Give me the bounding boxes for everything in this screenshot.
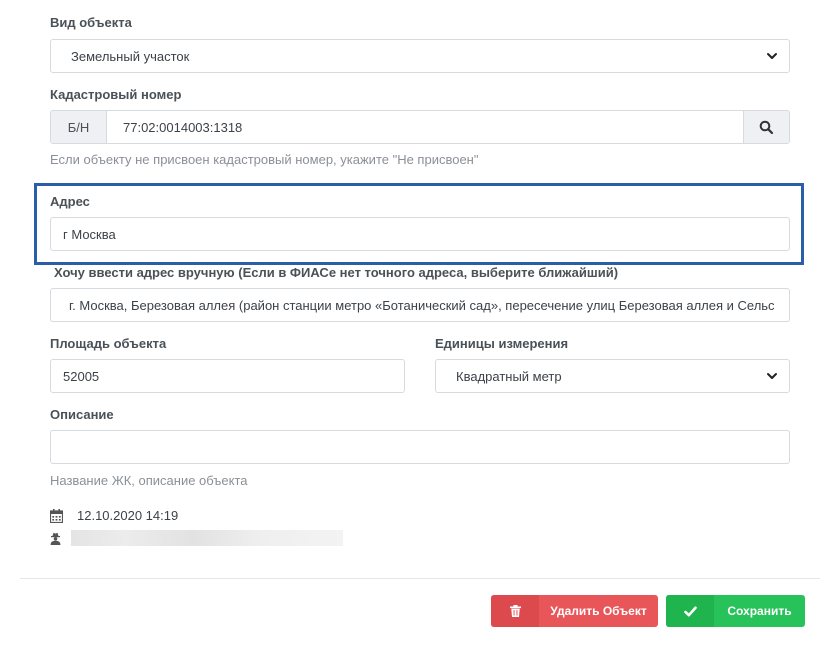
manual-address-input[interactable]: г. Москва, Березовая аллея (район станци… [50, 288, 790, 322]
delete-object-label: Удалить Объект [550, 604, 647, 618]
author-name-redacted [71, 530, 343, 546]
chevron-down-icon [767, 53, 777, 59]
object-type-select[interactable]: Земельный участок [50, 39, 790, 73]
cadastral-hint: Если объекту не присвоен кадастровый ном… [50, 152, 479, 167]
footer-divider [20, 578, 820, 579]
units-value: Квадратный метр [456, 368, 562, 384]
object-form: Вид объекта Земельный участок Кадастровы… [0, 0, 827, 645]
cadastral-search-button[interactable] [743, 111, 789, 143]
object-type-value: Земельный участок [71, 48, 190, 64]
cadastral-label: Кадастровый номер [50, 87, 182, 102]
address-input[interactable]: г Москва [50, 217, 790, 251]
object-type-label: Вид объекта [50, 15, 132, 30]
description-label: Описание [50, 407, 114, 422]
description-hint: Название ЖК, описание объекта [50, 473, 248, 488]
search-icon [759, 120, 774, 134]
trash-icon [491, 595, 539, 627]
user-secret-icon [50, 532, 61, 545]
cadastral-prefix: Б/Н [51, 111, 107, 143]
delete-object-button[interactable]: Удалить Объект [491, 595, 658, 627]
meta-date-row: 12.10.2020 14:19 [50, 508, 178, 523]
calendar-icon [50, 508, 63, 523]
units-select[interactable]: Квадратный метр [435, 359, 790, 393]
save-button[interactable]: Сохранить [666, 595, 805, 627]
units-label: Единицы измерения [435, 336, 569, 351]
address-label: Адрес [50, 194, 90, 209]
area-label: Площадь объекта [50, 336, 167, 351]
description-input[interactable] [50, 430, 790, 464]
check-icon [666, 595, 714, 627]
meta-author-row [50, 530, 343, 546]
meta-date: 12.10.2020 14:19 [77, 508, 179, 523]
cadastral-input[interactable]: 77:02:0014003:1318 [107, 111, 743, 143]
save-label: Сохранить [727, 604, 792, 618]
cadastral-input-group: Б/Н 77:02:0014003:1318 [50, 110, 790, 144]
area-input[interactable]: 52005 [50, 359, 405, 393]
chevron-down-icon [767, 373, 777, 379]
manual-address-label[interactable]: Хочу ввести адрес вручную (Если в ФИАСе … [54, 265, 618, 280]
